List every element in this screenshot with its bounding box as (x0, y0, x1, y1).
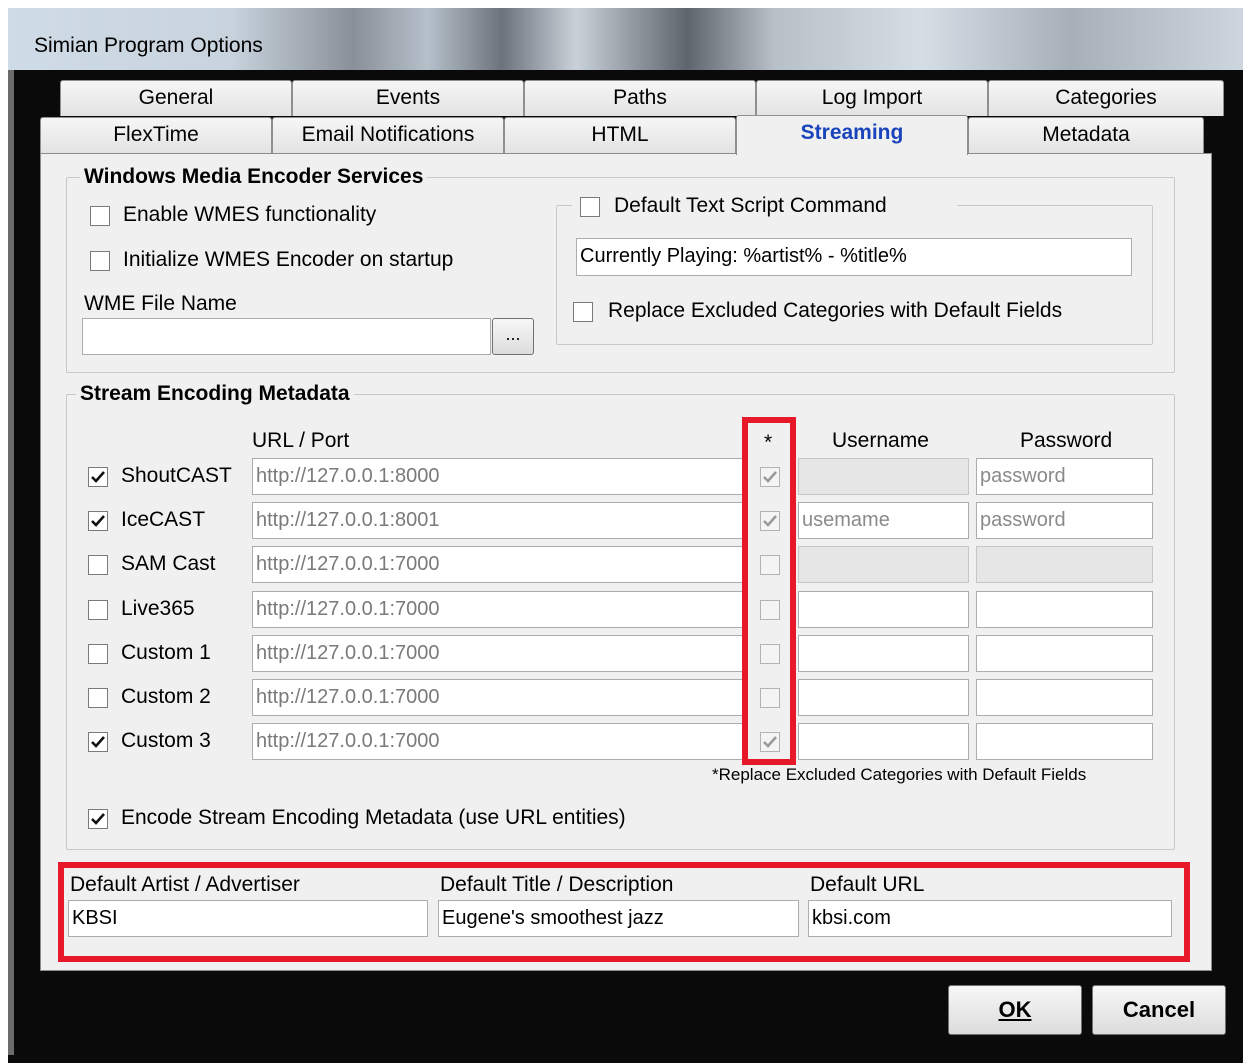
enable-wmes-label: Enable WMES functionality (123, 203, 377, 226)
stream-name-label: IceCAST (121, 508, 206, 531)
window-title: Simian Program Options (34, 34, 263, 57)
password-header: Password (1020, 429, 1113, 452)
tab-label: General (138, 86, 214, 109)
init-wmes-label: Initialize WMES Encoder on startup (123, 248, 454, 271)
stream-url-input[interactable]: http://127.0.0.1:7000 (252, 723, 746, 760)
tab-streaming[interactable]: Streaming (736, 115, 968, 155)
tab-label: Events (375, 86, 441, 109)
stream-url-input[interactable]: http://127.0.0.1:7000 (252, 635, 746, 672)
tab-label: Categories (1055, 86, 1157, 109)
default-text-script-checkbox[interactable] (580, 197, 600, 217)
username-header: Username (832, 429, 929, 452)
tab-general[interactable]: General (60, 80, 292, 116)
stream-username-input[interactable] (798, 679, 969, 716)
stream-encoding-title: Stream Encoding Metadata (76, 382, 354, 406)
stream-password-input[interactable]: password (976, 502, 1153, 539)
title-bar[interactable]: Simian Program Options (8, 8, 1243, 70)
cancel-label: Cancel (1122, 997, 1196, 1022)
tab-log-import[interactable]: Log Import (756, 80, 988, 116)
wmes-group-title: Windows Media Encoder Services (80, 165, 428, 189)
defaults-highlight (58, 862, 1190, 962)
stream-enable-checkbox[interactable] (88, 555, 108, 575)
stream-password-input[interactable]: password (976, 458, 1153, 495)
cancel-button[interactable]: Cancel (1092, 985, 1226, 1035)
tab-flextime[interactable]: FlexTime (40, 117, 272, 153)
replace-footnote: *Replace Excluded Categories with Defaul… (712, 765, 1087, 784)
stream-name-label: Custom 2 (121, 685, 211, 708)
script-command-input[interactable]: Currently Playing: %artist% - %title% (576, 238, 1132, 276)
stream-password-input[interactable] (976, 723, 1153, 760)
stream-enable-checkbox[interactable] (88, 644, 108, 664)
stream-url-input[interactable]: http://127.0.0.1:7000 (252, 546, 746, 583)
stream-name-label: Live365 (121, 597, 195, 620)
tab-events[interactable]: Events (292, 80, 524, 116)
stream-username-input[interactable]: usemame (798, 502, 969, 539)
star-column-highlight (742, 417, 796, 765)
default-text-script-label: Default Text Script Command (614, 194, 887, 217)
tab-label: Log Import (821, 86, 923, 109)
stream-url-input[interactable]: http://127.0.0.1:7000 (252, 679, 746, 716)
checkmark-icon (91, 471, 105, 483)
stream-username-input[interactable] (798, 591, 969, 628)
tab-label: FlexTime (113, 123, 199, 146)
stream-enable-checkbox[interactable] (88, 467, 108, 487)
stream-enable-checkbox[interactable] (88, 511, 108, 531)
window-left-edge (8, 70, 14, 1055)
stream-name-label: Custom 1 (121, 641, 211, 664)
tab-label: Metadata (1042, 123, 1130, 146)
stream-name-label: SAM Cast (121, 552, 216, 575)
stream-enable-checkbox[interactable] (88, 600, 108, 620)
stream-name-label: Custom 3 (121, 729, 211, 752)
stream-username-input[interactable] (798, 635, 969, 672)
replace-excluded-checkbox[interactable] (573, 302, 593, 322)
tab-label: Streaming (800, 121, 904, 144)
tab-label: Email Notifications (301, 123, 475, 146)
tab-html[interactable]: HTML (504, 117, 736, 153)
stream-url-input[interactable]: http://127.0.0.1:8000 (252, 458, 746, 495)
checkmark-icon (91, 813, 105, 825)
stream-url-input[interactable]: http://127.0.0.1:8001 (252, 502, 746, 539)
init-wmes-checkbox[interactable] (90, 251, 110, 271)
stream-password-input[interactable] (976, 679, 1153, 716)
wme-file-name-input[interactable] (82, 318, 491, 355)
encode-metadata-checkbox[interactable] (88, 809, 108, 829)
stream-enable-checkbox[interactable] (88, 688, 108, 708)
stream-name-label: ShoutCAST (121, 464, 232, 487)
enable-wmes-checkbox[interactable] (90, 206, 110, 226)
checkmark-icon (91, 515, 105, 527)
replace-excluded-label: Replace Excluded Categories with Default… (608, 299, 1063, 322)
stream-password-input[interactable] (976, 591, 1153, 628)
browse-button[interactable]: ... (492, 318, 534, 355)
stream-url-input[interactable]: http://127.0.0.1:7000 (252, 591, 746, 628)
tab-paths[interactable]: Paths (524, 80, 756, 116)
stream-username-input[interactable] (798, 458, 969, 495)
tab-categories[interactable]: Categories (988, 80, 1224, 116)
tab-label: HTML (591, 123, 649, 146)
encode-metadata-label: Encode Stream Encoding Metadata (use URL… (121, 806, 626, 829)
ok-label: OK (998, 997, 1032, 1022)
stream-username-input[interactable] (798, 723, 969, 760)
stream-username-input[interactable] (798, 546, 969, 583)
tab-metadata[interactable]: Metadata (968, 117, 1204, 153)
url-port-header: URL / Port (252, 429, 350, 452)
stream-password-input[interactable] (976, 546, 1153, 583)
tab-email-notifications[interactable]: Email Notifications (272, 117, 504, 153)
checkmark-icon (91, 736, 105, 748)
tab-label: Paths (613, 86, 667, 109)
stream-enable-checkbox[interactable] (88, 732, 108, 752)
ok-button[interactable]: OK (948, 985, 1082, 1035)
wme-file-name-label: WME File Name (84, 292, 237, 315)
stream-password-input[interactable] (976, 635, 1153, 672)
